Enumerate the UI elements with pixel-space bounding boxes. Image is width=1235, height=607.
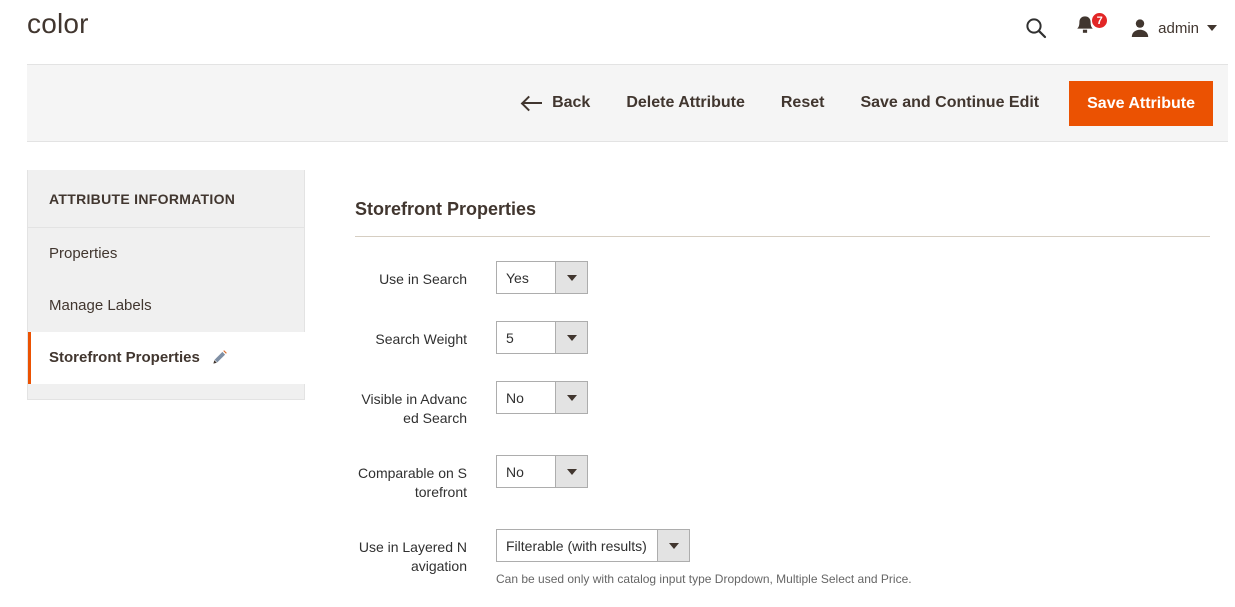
- notifications-button[interactable]: 7: [1073, 13, 1107, 43]
- use-in-search-select[interactable]: Yes: [496, 261, 588, 294]
- field-label: Search Weight: [355, 321, 496, 349]
- field-control: No: [496, 455, 588, 488]
- header-actions: 7 admin: [1021, 0, 1219, 56]
- select-value: No: [497, 456, 555, 487]
- chevron-down-icon[interactable]: [555, 456, 587, 487]
- sidebar-item-label: Storefront Properties: [49, 349, 200, 366]
- arrow-left-icon: [523, 95, 543, 111]
- attribute-information-sidebar: ATTRIBUTE INFORMATION Properties Manage …: [27, 170, 305, 400]
- field-label: Comparable on Storefront: [355, 455, 496, 502]
- page-actions-toolbar: Back Delete Attribute Reset Save and Con…: [27, 64, 1228, 142]
- sidebar-item-storefront-properties[interactable]: Storefront Properties: [28, 332, 305, 384]
- section-divider: [355, 236, 1210, 237]
- sidebar-item-manage-labels[interactable]: Manage Labels: [28, 280, 304, 332]
- section-title: Storefront Properties: [355, 198, 1210, 220]
- select-value: Yes: [497, 262, 555, 293]
- admin-page: color 7 admin: [0, 0, 1235, 607]
- page-header: color 7 admin: [0, 0, 1235, 64]
- sidebar-item-label: Properties: [49, 245, 117, 262]
- select-value: 5: [497, 322, 555, 353]
- sidebar-heading: ATTRIBUTE INFORMATION: [28, 170, 304, 228]
- field-label: Visible in Advanced Search: [355, 381, 496, 428]
- select-value: Filterable (with results): [497, 530, 657, 561]
- field-visible-in-advanced-search: Visible in Advanced Search No: [355, 381, 1210, 428]
- comparable-on-storefront-select[interactable]: No: [496, 455, 588, 488]
- user-avatar-icon: [1129, 17, 1151, 39]
- user-menu[interactable]: admin: [1129, 17, 1219, 39]
- notification-count-badge: 7: [1091, 12, 1108, 29]
- select-value: No: [497, 382, 555, 413]
- storefront-properties-form: Storefront Properties Use in Search Yes …: [355, 198, 1210, 607]
- field-control: 5: [496, 321, 588, 354]
- chevron-down-icon: [1207, 25, 1217, 31]
- field-search-weight: Search Weight 5: [355, 321, 1210, 354]
- use-in-layered-navigation-select[interactable]: Filterable (with results): [496, 529, 690, 562]
- sidebar-item-properties[interactable]: Properties: [28, 228, 304, 280]
- field-comparable-on-storefront: Comparable on Storefront No: [355, 455, 1210, 502]
- save-and-continue-edit-button[interactable]: Save and Continue Edit: [860, 94, 1039, 112]
- search-weight-select[interactable]: 5: [496, 321, 588, 354]
- chevron-down-icon[interactable]: [657, 530, 689, 561]
- field-control: Filterable (with results) Can be used on…: [496, 529, 912, 587]
- field-label: Use in Layered Navigation: [355, 529, 496, 576]
- field-use-in-layered-navigation: Use in Layered Navigation Filterable (wi…: [355, 529, 1210, 587]
- save-attribute-button[interactable]: Save Attribute: [1069, 81, 1213, 126]
- field-label: Use in Search: [355, 261, 496, 289]
- sidebar-item-label: Manage Labels: [49, 297, 152, 314]
- field-control: Yes: [496, 261, 588, 294]
- chevron-down-icon[interactable]: [555, 322, 587, 353]
- chevron-down-icon[interactable]: [555, 262, 587, 293]
- visible-in-advanced-search-select[interactable]: No: [496, 381, 588, 414]
- user-name: admin: [1158, 20, 1199, 37]
- field-hint-text: Can be used only with catalog input type…: [496, 571, 912, 587]
- page-title: color: [27, 7, 89, 41]
- delete-attribute-button[interactable]: Delete Attribute: [626, 94, 745, 112]
- chevron-down-icon[interactable]: [555, 382, 587, 413]
- back-button-label: Back: [552, 94, 590, 112]
- field-use-in-search: Use in Search Yes: [355, 261, 1210, 294]
- reset-button[interactable]: Reset: [781, 94, 825, 112]
- pencil-icon[interactable]: [211, 350, 227, 366]
- search-icon[interactable]: [1021, 13, 1051, 43]
- sidebar-footer: [28, 384, 304, 399]
- field-control: No: [496, 381, 588, 414]
- back-button[interactable]: Back: [523, 94, 590, 112]
